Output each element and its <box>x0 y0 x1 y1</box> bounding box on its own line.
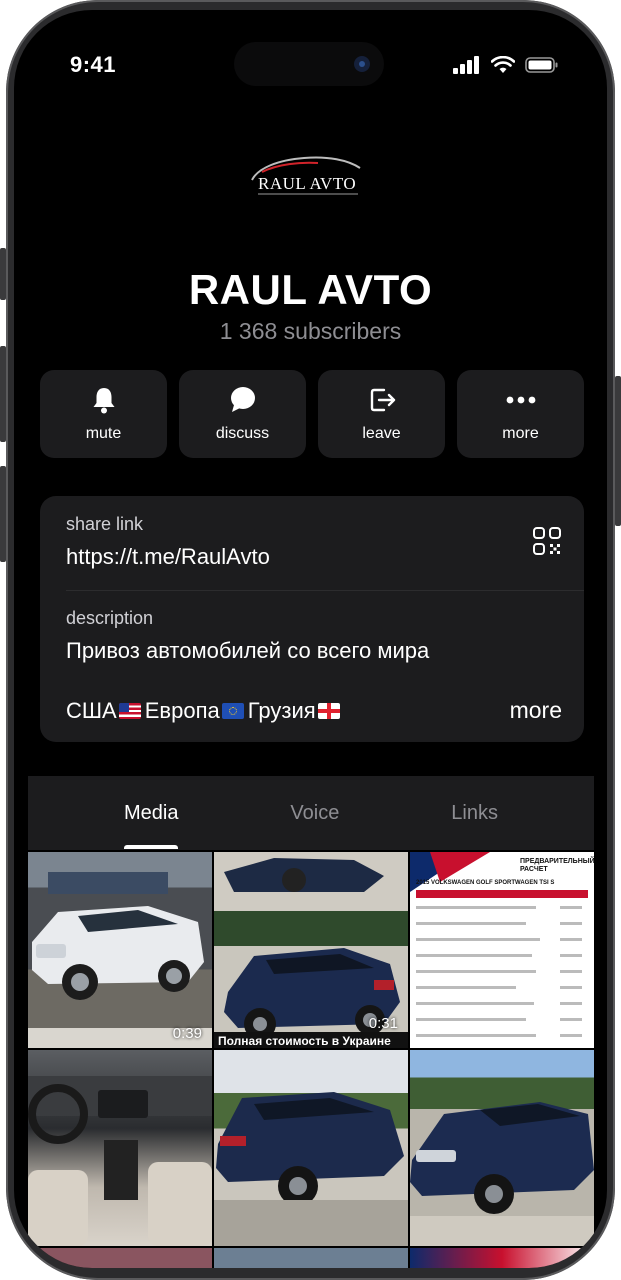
media-item-partial[interactable] <box>214 1248 408 1268</box>
leave-icon <box>370 388 395 412</box>
media-tabs: Media Voice Links <box>28 776 594 850</box>
camera-icon <box>354 56 370 72</box>
media-item-partial[interactable] <box>410 1248 594 1268</box>
qr-code-icon[interactable] <box>532 526 562 556</box>
tab-voice[interactable]: Voice <box>290 802 339 825</box>
discuss-button[interactable]: discuss <box>179 370 306 458</box>
description-more-link[interactable]: more <box>510 697 562 724</box>
more-label: more <box>502 425 539 442</box>
share-link-value[interactable]: https://t.me/RaulAvto <box>66 544 270 570</box>
media-item-video[interactable]: 0:39 <box>28 852 212 1048</box>
status-time: 9:41 <box>70 52 117 77</box>
blue-wagon-rear-image <box>214 1092 408 1246</box>
eu-flag-icon <box>221 703 244 719</box>
car-interior-image <box>28 1076 212 1246</box>
battery-icon <box>525 57 558 73</box>
description-label: description <box>66 608 154 628</box>
wifi-icon <box>491 56 515 73</box>
video-duration: 0:31 <box>368 1015 398 1032</box>
georgia-flag-icon <box>317 703 340 719</box>
sheet-title: 2015 VOLKSWAGEN GOLF SPORTWAGEN TSI S <box>416 880 555 886</box>
country-usa: США <box>66 698 117 723</box>
signal-icon <box>453 56 479 74</box>
subscriber-count: 1 368 subscribers <box>219 318 402 344</box>
media-grid: 0:39 Полная стоимость в Украине 0:31 ПРЕ… <box>28 852 594 1268</box>
leave-button[interactable]: leave <box>318 370 445 458</box>
tab-media[interactable]: Media <box>123 802 179 849</box>
status-bar: 9:41 <box>14 10 607 110</box>
leave-label: leave <box>362 425 401 442</box>
divider <box>66 590 584 591</box>
description-countries: США Европа Грузия <box>66 698 344 724</box>
mute-switch <box>0 248 6 300</box>
media-item-video[interactable]: Полная стоимость в Украине 0:31 <box>214 852 408 1048</box>
ellipsis-icon <box>506 396 535 404</box>
chat-bubble-icon <box>230 387 255 412</box>
mute-label: mute <box>85 425 122 442</box>
channel-logo: RAUL AVTO <box>248 150 368 200</box>
info-card: share link https://t.me/RaulAvto descrip… <box>40 496 584 742</box>
bell-icon <box>93 388 114 414</box>
media-caption: Полная стоимость в Украине <box>218 1034 391 1048</box>
media-item-image[interactable] <box>410 1050 594 1246</box>
sheet-header: ПРЕДВАРИТЕЛЬНЫЙ РАСЧЕТ <box>520 858 594 873</box>
volume-up-button <box>0 346 6 442</box>
us-flag-icon <box>118 703 141 719</box>
media-item-image[interactable] <box>28 1050 212 1246</box>
description-text: Привоз автомобилей со всего мира <box>66 638 430 663</box>
media-item-image[interactable]: ПРЕДВАРИТЕЛЬНЫЙ РАСЧЕТ 2015 VOLKSWAGEN G… <box>410 852 594 1048</box>
channel-title: RAUL AVTO <box>188 266 433 313</box>
video-duration: 0:39 <box>172 1025 202 1042</box>
screen: 9:41 RAUL AVTO RAUL AVTO 1 368 subscribe… <box>14 10 607 1268</box>
volume-down-button <box>0 466 6 562</box>
discuss-label: discuss <box>215 425 270 442</box>
action-bar: mute discuss leave more <box>40 370 584 458</box>
white-suv-image <box>28 872 212 1048</box>
share-link-label: share link <box>66 514 144 534</box>
dynamic-island <box>234 42 384 86</box>
tab-links[interactable]: Links <box>451 802 498 825</box>
mute-button[interactable]: mute <box>40 370 167 458</box>
media-item-partial[interactable] <box>28 1248 212 1268</box>
blue-wagon-front-image <box>410 1102 594 1246</box>
more-button[interactable]: more <box>457 370 584 458</box>
power-button <box>615 376 621 526</box>
media-item-image[interactable] <box>214 1050 408 1246</box>
country-georgia: Грузия <box>247 698 316 723</box>
country-europe: Европа <box>144 698 220 723</box>
logo-text: RAUL AVTO <box>258 174 357 193</box>
